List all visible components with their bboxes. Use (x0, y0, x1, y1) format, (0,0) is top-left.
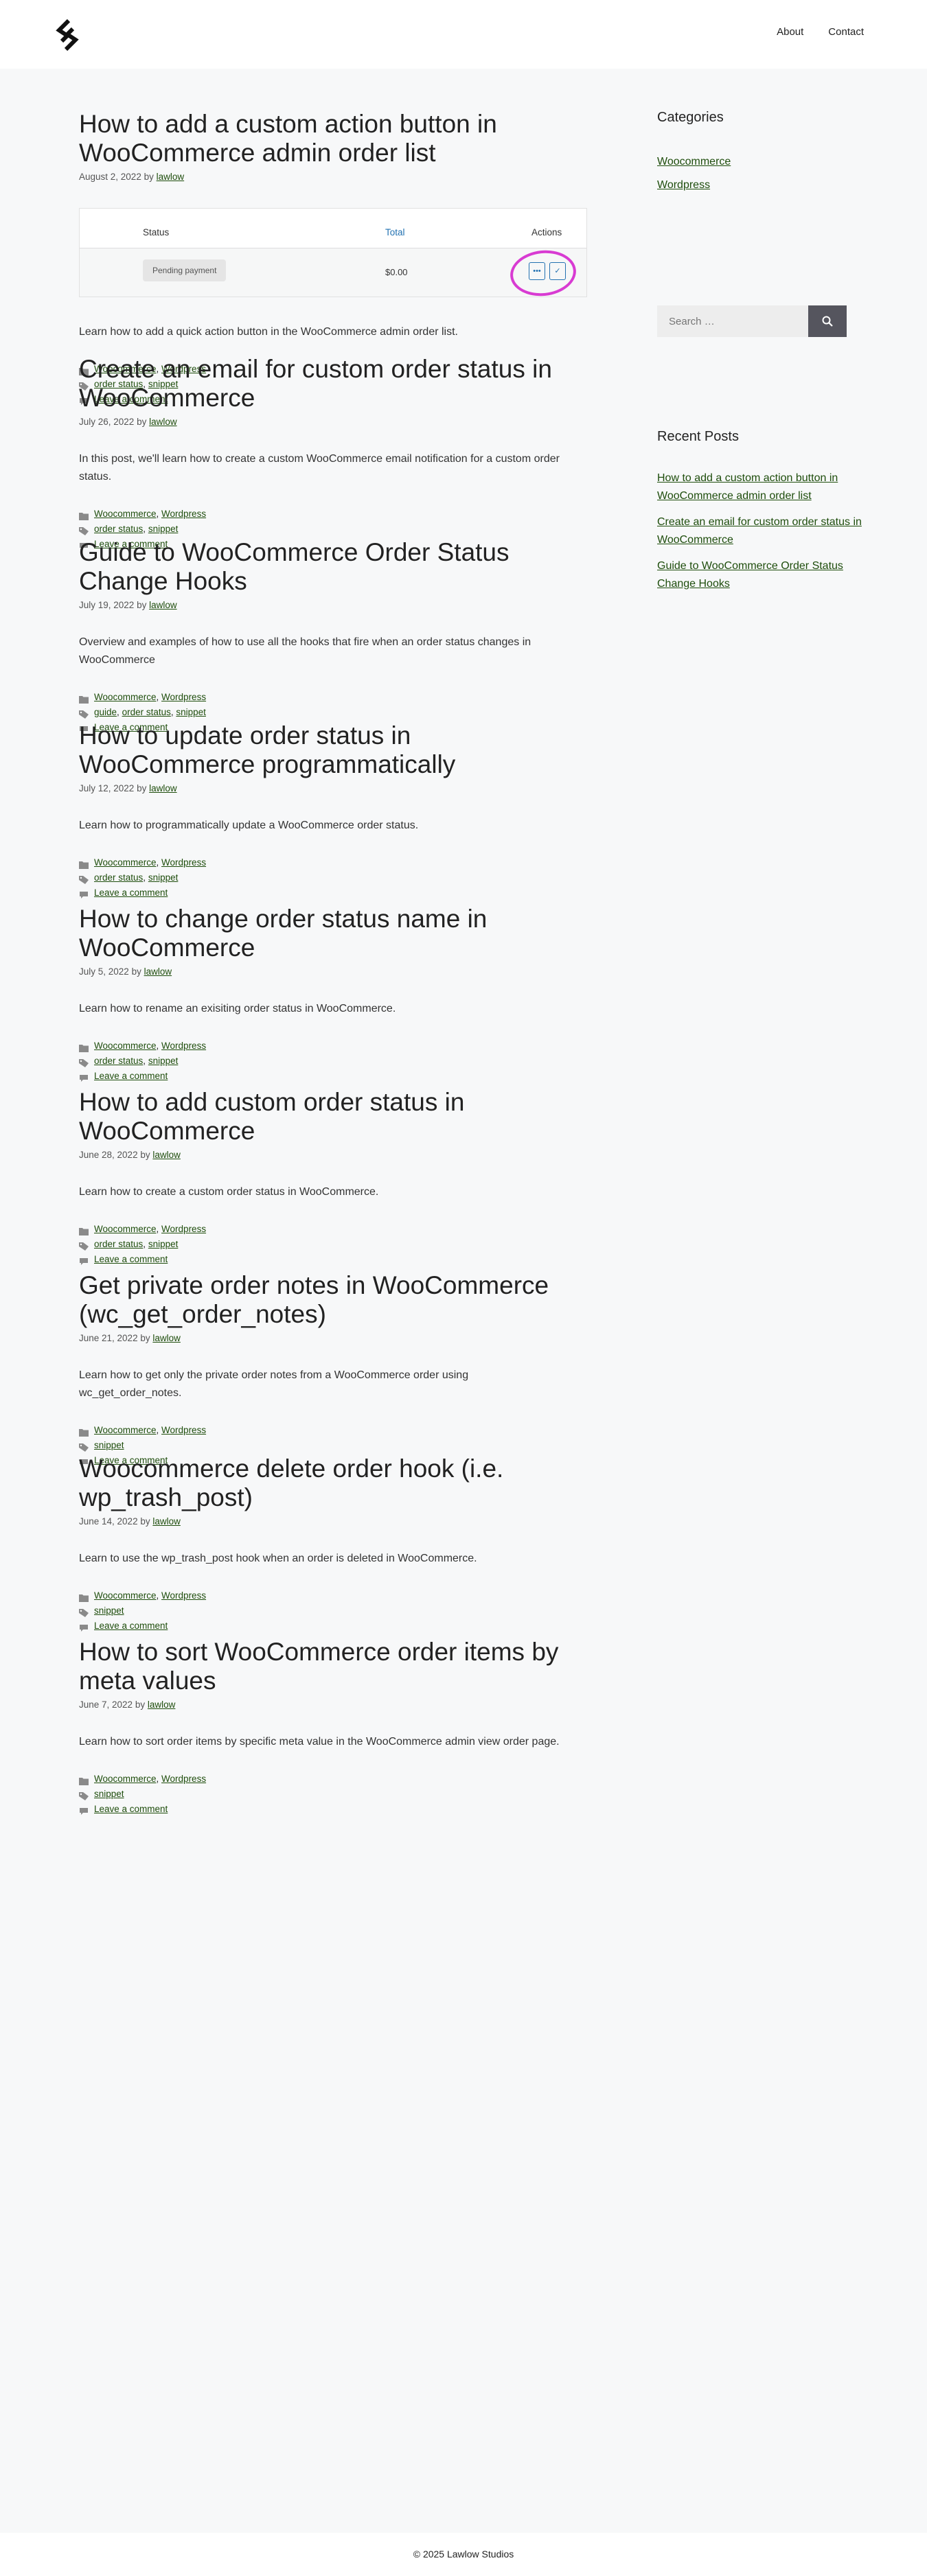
post-meta: July 26, 2022 by lawlow (79, 417, 587, 427)
post-author-link[interactable]: lawlow (152, 1333, 181, 1343)
nav-link-contact[interactable]: Contact (828, 26, 864, 38)
search-button[interactable] (808, 305, 847, 337)
post-byline-by: by (140, 1333, 150, 1343)
copyright-text: © 2025 Lawlow Studios (413, 2549, 514, 2560)
post-category-list: Woocommerce, Wordpress (94, 1774, 207, 1784)
featured-col-actions: Actions (531, 227, 562, 237)
site-footer: © 2025 Lawlow Studios (0, 2533, 927, 2576)
comment-icon (79, 1805, 89, 1815)
post-title[interactable]: How to update order status in WooCommerc… (79, 653, 587, 779)
search-form (657, 305, 863, 337)
post-article: How to sort WooCommerce order items by m… (79, 1569, 587, 1821)
leave-comment-link[interactable]: Leave a comment (94, 1802, 168, 1817)
post-summary: Learn to use the wp_trash_post hook when… (79, 1553, 477, 1564)
main-navigation: About Contact (777, 26, 864, 38)
post-date: July 5, 2022 (79, 966, 129, 977)
post-category-link[interactable]: Woocommerce (94, 1774, 157, 1784)
sidebar-category-link[interactable]: Woocommerce (657, 156, 731, 167)
post-featured-image[interactable]: Status Total Actions Pending payment $0.00 ••… (79, 208, 587, 297)
post-byline-by: by (140, 1516, 150, 1527)
post-date: June 7, 2022 (79, 1699, 133, 1710)
featured-col-status: Status (143, 227, 170, 237)
search-input[interactable] (657, 305, 808, 337)
categories-widget-title: Categories (657, 110, 724, 125)
folder-icon (79, 1775, 89, 1785)
post-byline-by: by (135, 1699, 146, 1710)
post-byline-by: by (137, 417, 147, 427)
post-tags: snippet (79, 1787, 587, 1802)
post-author-link[interactable]: lawlow (152, 1150, 181, 1160)
post-meta: July 5, 2022 by lawlow (79, 966, 587, 977)
categories-widget: Categories Woocommerce Wordpress (657, 110, 863, 305)
post-date: July 26, 2022 (79, 417, 135, 427)
post-summary: Learn how to programmatically update a W… (79, 820, 419, 831)
post-date: June 21, 2022 (79, 1333, 138, 1343)
post-author-link[interactable]: lawlow (149, 783, 177, 793)
post-title[interactable]: Create an email for custom order status … (79, 286, 587, 413)
post-meta: July 12, 2022 by lawlow (79, 783, 587, 793)
post-author-link[interactable]: lawlow (157, 172, 185, 182)
search-icon (822, 316, 833, 327)
post-byline-by: by (137, 600, 147, 610)
featured-table-header: Status Total Actions (80, 209, 586, 248)
post-byline-by: by (140, 1150, 150, 1160)
post-byline-by: by (131, 966, 141, 977)
post-meta: June 14, 2022 by lawlow (79, 1516, 587, 1527)
post-author-link[interactable]: lawlow (148, 1699, 176, 1710)
post-title[interactable]: How to sort WooCommerce order items by m… (79, 1569, 587, 1695)
post-title[interactable]: How to change order status name in WooCo… (79, 836, 587, 962)
post-author-link[interactable]: lawlow (152, 1516, 181, 1527)
featured-amount: $0.00 (385, 267, 408, 277)
post-date: August 2, 2022 (79, 172, 141, 182)
site-logo[interactable] (55, 19, 80, 51)
recent-post-link[interactable]: How to add a custom action button in Woo… (657, 472, 838, 502)
post-list: How to add a custom action button in Woo… (79, 110, 587, 1821)
post-author-link[interactable]: lawlow (149, 600, 177, 610)
sidebar-category-link[interactable]: Wordpress (657, 179, 710, 191)
post-title[interactable]: How to add custom order status in WooCom… (79, 1019, 587, 1146)
tag-icon (79, 1790, 89, 1800)
post-meta: June 7, 2022 by lawlow (79, 1699, 587, 1710)
sidebar: Categories Woocommerce Wordpress Recent … (657, 110, 863, 601)
post-title[interactable]: Woocommerce delete order hook (i.e. wp_t… (79, 1386, 587, 1512)
recent-posts-widget: Recent Posts How to add a custom action … (657, 429, 863, 593)
post-date: July 19, 2022 (79, 600, 135, 610)
post-tag-list: snippet (94, 1787, 124, 1802)
post-meta: June 28, 2022 by lawlow (79, 1150, 587, 1160)
page-content: How to add a custom action button in Woo… (0, 69, 927, 2540)
recent-post-link[interactable]: Guide to WooCommerce Order Status Change… (657, 560, 843, 590)
post-tag-link[interactable]: snippet (94, 1789, 124, 1799)
post-date: June 14, 2022 (79, 1516, 138, 1527)
post-byline-by: by (144, 172, 154, 182)
post-footer-meta: Woocommerce, Wordpress snippet Leave a com… (79, 1772, 587, 1817)
post-meta: July 19, 2022 by lawlow (79, 600, 587, 610)
nav-link-about[interactable]: About (777, 26, 803, 38)
post-summary: Learn how to rename an exisiting order s… (79, 1003, 396, 1014)
post-title[interactable]: How to add a custom action button in Woo… (79, 41, 587, 167)
post-title[interactable]: Guide to WooCommerce Order Status Change… (79, 469, 587, 596)
post-categories: Woocommerce, Wordpress (79, 1772, 587, 1787)
post-date: June 28, 2022 (79, 1150, 138, 1160)
post-meta: August 2, 2022 by lawlow (79, 172, 587, 182)
post-comments: Leave a comment (79, 1802, 587, 1817)
featured-col-total: Total (385, 227, 405, 237)
post-summary: Learn how to sort order items by specifi… (79, 1736, 560, 1748)
recent-post-link[interactable]: Create an email for custom order status … (657, 516, 862, 546)
post-date: July 12, 2022 (79, 783, 135, 793)
recent-posts-widget-title: Recent Posts (657, 429, 739, 444)
post-author-link[interactable]: lawlow (144, 966, 172, 977)
post-title[interactable]: Get private order notes in WooCommerce (… (79, 1203, 587, 1329)
post-byline-by: by (137, 783, 147, 793)
post-author-link[interactable]: lawlow (149, 417, 177, 427)
post-summary: Learn how to create a custom order statu… (79, 1186, 379, 1198)
post-meta: June 21, 2022 by lawlow (79, 1333, 587, 1343)
post-category-link[interactable]: Wordpress (161, 1774, 206, 1784)
featured-status-badge: Pending payment (143, 259, 227, 281)
